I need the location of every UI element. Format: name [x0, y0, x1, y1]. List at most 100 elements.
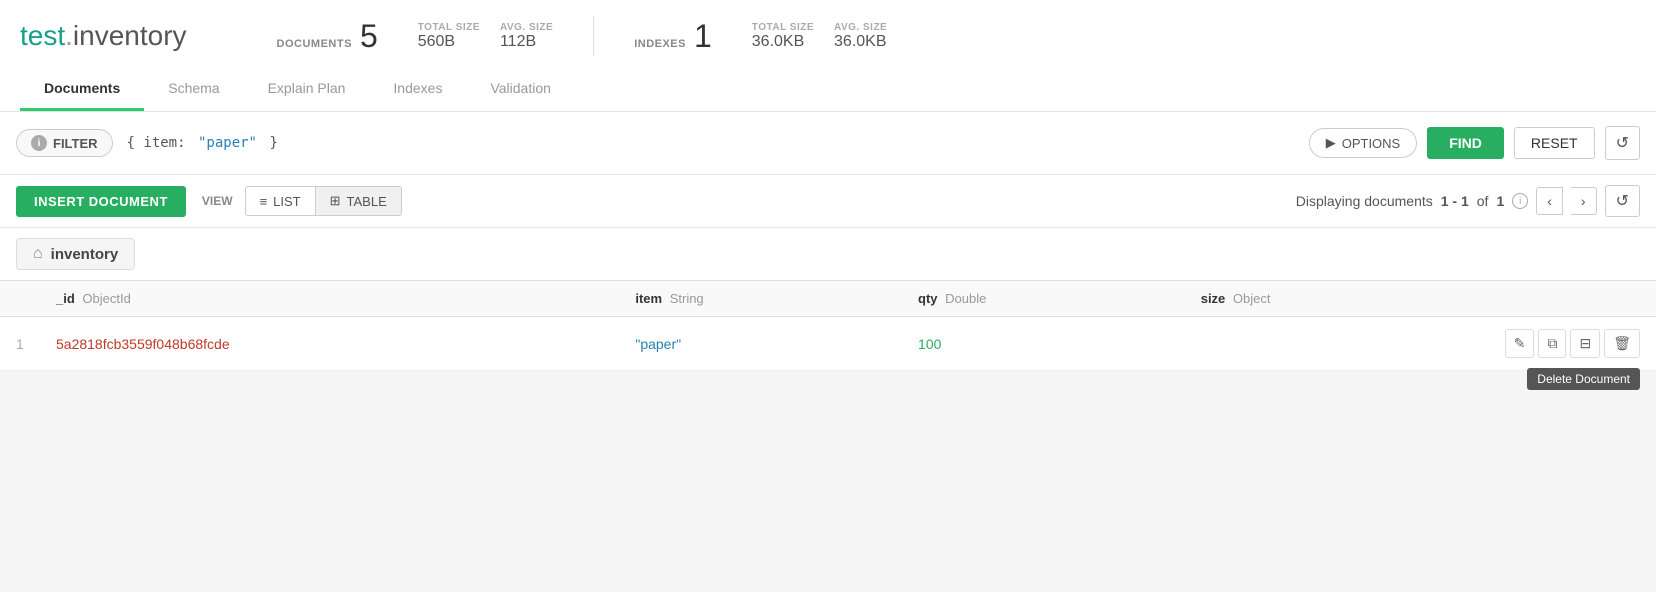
table-label: TABLE [347, 194, 387, 209]
avg-size-docs-val: 112B [500, 33, 536, 51]
col-item-name: item [635, 291, 662, 306]
table-area: ⌂ inventory _id ObjectId item String qty [0, 228, 1656, 371]
app-title-dot: . [65, 20, 73, 51]
content-area: i FILTER { item: "paper" } ▶ OPTIONS FIN… [0, 112, 1656, 371]
view-toggle: ≡ LIST ⊞ TABLE [245, 186, 402, 216]
delete-document-button[interactable]: 🗑 [1604, 329, 1640, 358]
filter-query-value: "paper" [198, 135, 257, 151]
indexes-sub-stats: TOTAL SIZE 36.0KB AVG. SIZE 36.0KB [752, 22, 887, 51]
total-size-indexes-val: 36.0KB [752, 33, 804, 51]
col-id-type: ObjectId [82, 291, 130, 306]
col-item-type: String [670, 291, 704, 306]
options-arrow-icon: ▶ [1326, 135, 1336, 151]
collection-name: inventory [51, 246, 119, 263]
copy-document-button[interactable]: ⊟ [1570, 329, 1600, 358]
col-size-type: Object [1233, 291, 1271, 306]
avg-size-docs-label: AVG. SIZE [500, 22, 553, 33]
documents-stat: DOCUMENTS 5 [277, 18, 378, 55]
col-qty-type: Double [945, 291, 986, 306]
avg-size-indexes: AVG. SIZE 36.0KB [834, 22, 887, 51]
toolbar-row: INSERT DOCUMENT VIEW ≡ LIST ⊞ TABLE Disp… [0, 175, 1656, 228]
table-col-qty: qty Double [902, 281, 1185, 317]
collection-icon: ⌂ [33, 245, 43, 263]
stats-group: DOCUMENTS 5 TOTAL SIZE 560B AVG. SIZE 11… [277, 16, 888, 56]
row-qty-cell: 100 [902, 317, 1185, 371]
reload-button[interactable]: ↺ [1605, 185, 1640, 217]
view-label: VIEW [202, 194, 233, 208]
col-qty-name: qty [918, 291, 938, 306]
total-size-docs-label: TOTAL SIZE [418, 22, 480, 33]
total-size-docs-val: 560B [418, 33, 455, 51]
row-qty-value: 100 [918, 336, 941, 352]
prev-page-button[interactable]: ‹ [1536, 187, 1563, 215]
tab-explain-plan[interactable]: Explain Plan [244, 68, 370, 111]
table-view-button[interactable]: ⊞ TABLE [316, 186, 402, 216]
tab-documents[interactable]: Documents [20, 68, 144, 111]
next-page-button[interactable]: › [1571, 187, 1597, 215]
clone-document-button[interactable]: ⧉ [1538, 329, 1566, 358]
app-title: test.inventory [20, 20, 187, 52]
table-icon: ⊞ [330, 193, 341, 209]
tab-indexes[interactable]: Indexes [369, 68, 466, 111]
row-number: 1 [0, 317, 40, 371]
display-total: 1 [1496, 193, 1504, 209]
col-size-name: size [1201, 291, 1226, 306]
table-col-rownum [0, 281, 40, 317]
filter-label: FILTER [53, 136, 98, 151]
find-button[interactable]: FIND [1427, 127, 1504, 159]
total-size-indexes: TOTAL SIZE 36.0KB [752, 22, 814, 51]
filter-query-prefix: { item: [127, 135, 186, 151]
filter-row: i FILTER { item: "paper" } ▶ OPTIONS FIN… [0, 112, 1656, 175]
avg-size-docs: AVG. SIZE 112B [500, 22, 553, 51]
stat-divider [593, 16, 594, 56]
collection-badge: ⌂ inventory [16, 238, 135, 270]
avg-size-indexes-val: 36.0KB [834, 33, 886, 51]
avg-size-indexes-label: AVG. SIZE [834, 22, 887, 33]
edit-document-button[interactable]: ✎ [1505, 329, 1535, 358]
documents-count: 5 [360, 18, 378, 55]
tab-schema[interactable]: Schema [144, 68, 243, 111]
list-view-button[interactable]: ≡ LIST [245, 186, 316, 216]
table-col-item: item String [619, 281, 902, 317]
row-size-cell: ✎ ⧉ ⊟ 🗑 Delete Document [1185, 317, 1656, 371]
display-of: of [1477, 193, 1489, 209]
options-button[interactable]: ▶ OPTIONS [1309, 128, 1418, 158]
refresh-button[interactable]: ↺ [1605, 126, 1640, 160]
app-title-inventory: inventory [73, 20, 187, 51]
display-info: Displaying documents 1 - 1 of 1 i ‹ › ↺ [1296, 185, 1640, 217]
total-size-docs: TOTAL SIZE 560B [418, 22, 480, 51]
row-item-value: "paper" [635, 336, 681, 352]
list-icon: ≡ [260, 194, 268, 209]
filter-query: { item: "paper" } [123, 135, 1299, 151]
insert-document-button[interactable]: INSERT DOCUMENT [16, 186, 186, 217]
filter-info-icon: i [31, 135, 47, 151]
display-range: 1 - 1 [1441, 193, 1469, 209]
filter-query-suffix: } [269, 135, 277, 151]
app-title-test: test [20, 20, 65, 51]
indexes-stat: INDEXES 1 [634, 18, 712, 55]
row-id-cell: 5a2818fcb3559f048b68fcde [40, 317, 619, 371]
indexes-count: 1 [694, 18, 712, 55]
filter-button[interactable]: i FILTER [16, 129, 113, 157]
display-text: Displaying documents [1296, 193, 1433, 209]
tab-validation[interactable]: Validation [466, 68, 574, 111]
total-size-indexes-label: TOTAL SIZE [752, 22, 814, 33]
data-table: _id ObjectId item String qty Double size… [0, 280, 1656, 371]
tabs-row: Documents Schema Explain Plan Indexes Va… [20, 68, 1636, 111]
table-col-size: size Object [1185, 281, 1656, 317]
row-id-value: 5a2818fcb3559f048b68fcde [56, 336, 230, 352]
documents-label: DOCUMENTS [277, 38, 352, 50]
row-actions: ✎ ⧉ ⊟ 🗑 Delete Document [1201, 329, 1640, 358]
indexes-label: INDEXES [634, 38, 686, 50]
options-label: OPTIONS [1342, 136, 1401, 151]
docs-sub-stats: TOTAL SIZE 560B AVG. SIZE 112B [418, 22, 553, 51]
table-row: 1 5a2818fcb3559f048b68fcde "paper" 100 ✎… [0, 317, 1656, 371]
delete-tooltip: Delete Document [1527, 368, 1640, 390]
row-item-cell: "paper" [619, 317, 902, 371]
display-info-icon[interactable]: i [1512, 193, 1528, 209]
table-header-row: _id ObjectId item String qty Double size… [0, 281, 1656, 317]
reset-button[interactable]: RESET [1514, 127, 1595, 159]
col-id-name: _id [56, 291, 75, 306]
list-label: LIST [273, 194, 300, 209]
table-col-id: _id ObjectId [40, 281, 619, 317]
